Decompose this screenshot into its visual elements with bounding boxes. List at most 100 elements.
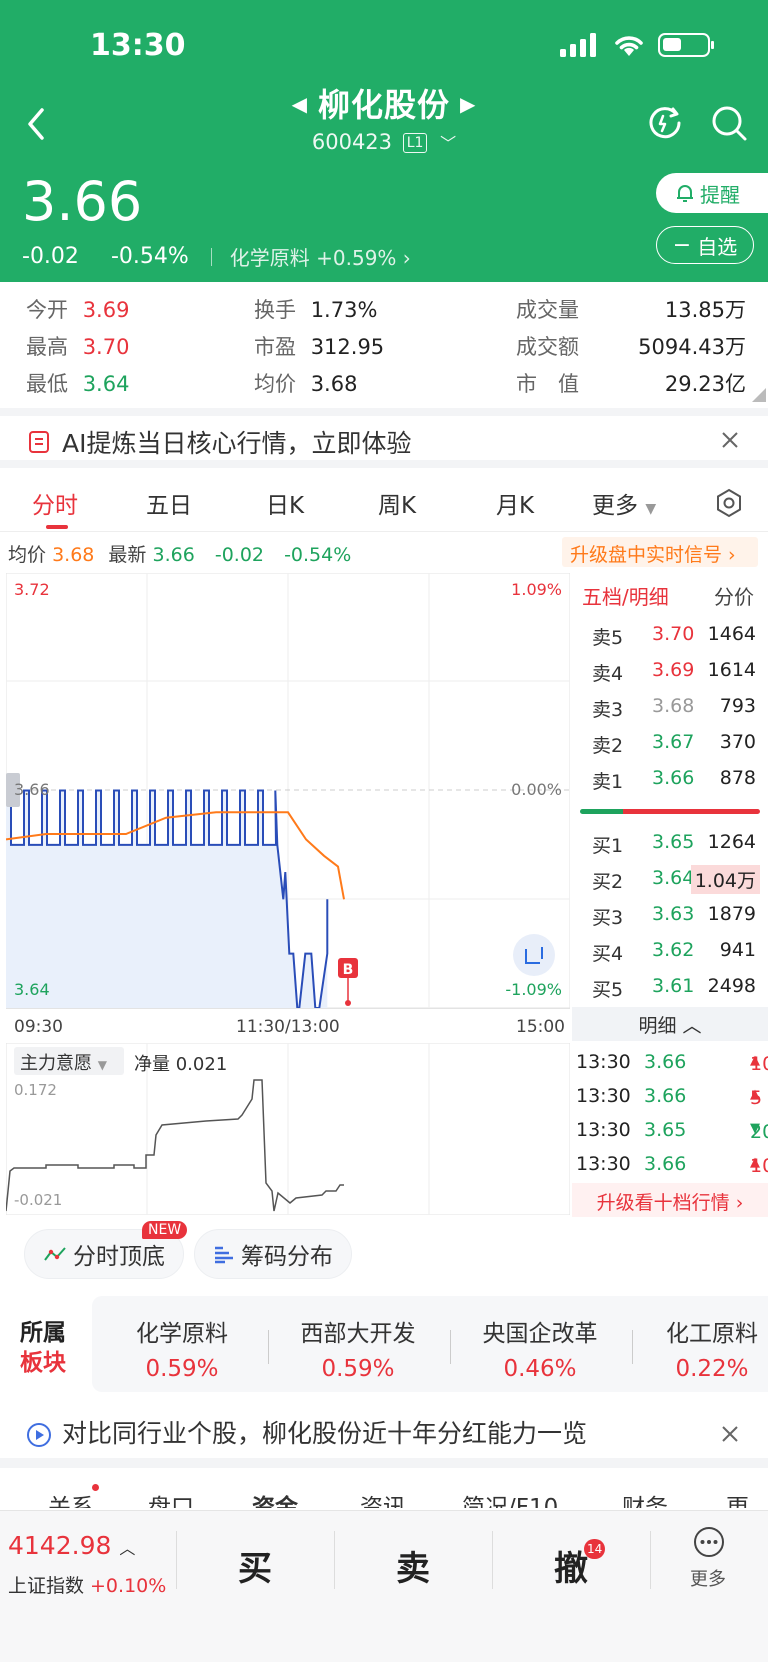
- bid-price: 3.63: [652, 903, 695, 925]
- vol-top-label: 0.172: [14, 1081, 57, 1099]
- stat-label: 换手: [254, 298, 296, 322]
- latest-value: 3.66: [152, 544, 195, 566]
- ask-price: 3.69: [652, 659, 695, 681]
- bid-label: 买1: [592, 835, 624, 857]
- tab-daily-k[interactable]: 日K: [266, 486, 304, 520]
- next-stock-icon[interactable]: ▶: [460, 92, 476, 116]
- subtab[interactable]: 简况/F10: [462, 1488, 558, 1508]
- more-icon[interactable]: [692, 1525, 726, 1559]
- buy-marker-label: B: [343, 962, 354, 978]
- bottom-trade-bar: 4142.98 ︿ 上证指数 +0.10% 买 卖 撤 14 更多: [0, 1510, 768, 1662]
- prev-stock-icon[interactable]: ◀: [292, 92, 308, 116]
- upgrade-ten-level-label: 升级看十档行情: [596, 1192, 730, 1214]
- buy-button[interactable]: 买: [238, 1541, 272, 1590]
- index-name: 上证指数: [8, 1575, 85, 1597]
- sector-item[interactable]: 化工原料 0.22%: [632, 1314, 768, 1382]
- bid-row[interactable]: 买2 3.64 1.04万: [582, 865, 768, 895]
- tab-intraday[interactable]: 分时: [32, 486, 78, 520]
- more-label[interactable]: 更多: [690, 1565, 726, 1591]
- main-force-selector[interactable]: 主力意愿 ▼: [14, 1047, 124, 1075]
- intraday-chart[interactable]: 3.72 3.64 3.66 1.09% 0.00% -1.09% B: [6, 573, 570, 1008]
- ask-row[interactable]: 卖3 3.68 793: [582, 693, 768, 723]
- subtab[interactable]: 关系: [48, 1488, 94, 1508]
- net-volume-label: 净量: [134, 1054, 170, 1075]
- tab-5day[interactable]: 五日: [146, 486, 192, 520]
- index-label-row: 上证指数 +0.10%: [8, 1571, 166, 1598]
- stat-value: 3.70: [82, 335, 130, 359]
- latest-label: 最新: [108, 544, 147, 566]
- sell-button[interactable]: 卖: [396, 1541, 430, 1590]
- ask-price: 3.66: [652, 767, 695, 789]
- ask-row[interactable]: 卖2 3.67 370: [582, 729, 768, 759]
- ask-row[interactable]: 卖1 3.66 878: [582, 765, 768, 795]
- tab-price-dist[interactable]: 分价: [714, 581, 754, 610]
- sector-value: 0.59%: [321, 1356, 395, 1382]
- sector-item[interactable]: 西部大开发 0.59%: [268, 1314, 448, 1382]
- ask-price: 3.68: [652, 695, 695, 717]
- sector-label: 所属 板块: [20, 1318, 66, 1378]
- chip-distribution-chip[interactable]: 筹码分布: [194, 1229, 352, 1279]
- subtab[interactable]: 资金: [252, 1488, 298, 1508]
- close-icon[interactable]: [720, 430, 740, 450]
- close-icon[interactable]: [720, 1424, 740, 1444]
- subtab[interactable]: 资讯: [360, 1488, 406, 1508]
- y-top-label: 3.72: [14, 580, 50, 599]
- ask-label: 卖5: [592, 627, 624, 649]
- stat-value: 3.68: [310, 372, 358, 396]
- stat-value: 13.85万: [664, 298, 746, 322]
- tab-order-book[interactable]: 五档/明细: [582, 581, 669, 610]
- trade-price: 3.66: [644, 1085, 687, 1107]
- sector-item[interactable]: 化学原料 0.59%: [92, 1314, 272, 1382]
- subtab[interactable]: 财务: [622, 1488, 668, 1508]
- stats-panel[interactable]: 今开 3.69 换手 1.73% 成交量 13.85万 最高 3.70 市盈 3…: [0, 282, 768, 407]
- stat-value: 1.73%: [310, 298, 378, 322]
- net-volume: 净量 0.021: [134, 1050, 227, 1076]
- bid-label: 买4: [592, 943, 624, 965]
- trade-time: 13:30: [576, 1119, 631, 1141]
- sector-item[interactable]: 央国企改革 0.46%: [450, 1314, 630, 1382]
- fullscreen-button[interactable]: [513, 934, 555, 976]
- tab-more[interactable]: 更多 ▼: [592, 486, 656, 520]
- status-time: 13:30: [90, 28, 186, 63]
- subtab[interactable]: 盘口: [148, 1488, 194, 1508]
- stat-label: 最高: [26, 335, 68, 359]
- bid-row[interactable]: 买5 3.61 2498: [582, 973, 768, 1003]
- tab-weekly-k[interactable]: 周K: [378, 486, 416, 520]
- stock-code: 600423: [311, 130, 393, 154]
- sector-label-1: 所属: [20, 1320, 66, 1346]
- industry-link[interactable]: 化学原料 +0.59% ›: [230, 242, 411, 271]
- bid-price: 3.62: [652, 939, 695, 961]
- bid-row[interactable]: 买3 3.63 1879: [582, 901, 768, 931]
- upgrade-signal-text: 升级盘中实时信号: [570, 544, 723, 566]
- alert-button[interactable]: 提醒: [656, 173, 768, 213]
- sector-value: 0.46%: [503, 1356, 577, 1382]
- settings-icon[interactable]: [714, 488, 744, 518]
- ask-row[interactable]: 卖5 3.70 1464: [582, 621, 768, 651]
- sector-name: 西部大开发: [300, 1321, 416, 1347]
- bid-row[interactable]: 买1 3.65 1264: [582, 829, 768, 859]
- intraday-info: 均价 3.68 最新 3.66 -0.02 -0.54%: [8, 540, 351, 567]
- news-banner[interactable]: 对比同行业个股，柳化股份近十年分红能力一览: [0, 1408, 768, 1468]
- chevron-down-icon[interactable]: ﹀: [440, 134, 456, 153]
- sector-label-2: 板块: [20, 1350, 66, 1376]
- avg-value: 3.68: [52, 544, 95, 566]
- detail-toggle[interactable]: 明细 ︿: [572, 1007, 768, 1041]
- upgrade-ten-level-button[interactable]: 升级看十档行情 ›: [572, 1183, 768, 1217]
- ask-row[interactable]: 卖4 3.69 1614: [582, 657, 768, 687]
- industry-name: 化学原料: [229, 246, 310, 270]
- tab-monthly-k[interactable]: 月K: [496, 486, 534, 520]
- cancel-order-button[interactable]: 撤: [554, 1541, 588, 1590]
- latest-change: -0.02: [214, 544, 265, 566]
- add-watchlist-button[interactable]: − 自选: [656, 226, 754, 264]
- refresh-icon[interactable]: [646, 104, 684, 142]
- bid-row[interactable]: 买4 3.62 941: [582, 937, 768, 967]
- upgrade-signal-link[interactable]: 升级盘中实时信号 ›: [562, 537, 758, 567]
- new-badge: NEW: [142, 1221, 188, 1239]
- search-icon[interactable]: [710, 104, 748, 142]
- ai-banner[interactable]: AI提炼当日核心行情，立即体验: [0, 408, 768, 468]
- stat-value: 3.69: [82, 298, 130, 322]
- index-widget[interactable]: 4142.98 ︿: [8, 1531, 135, 1560]
- expand-corner-icon[interactable]: [752, 388, 766, 402]
- subtab[interactable]: 更多: [726, 1488, 768, 1508]
- latest-pct: -0.54%: [284, 544, 352, 566]
